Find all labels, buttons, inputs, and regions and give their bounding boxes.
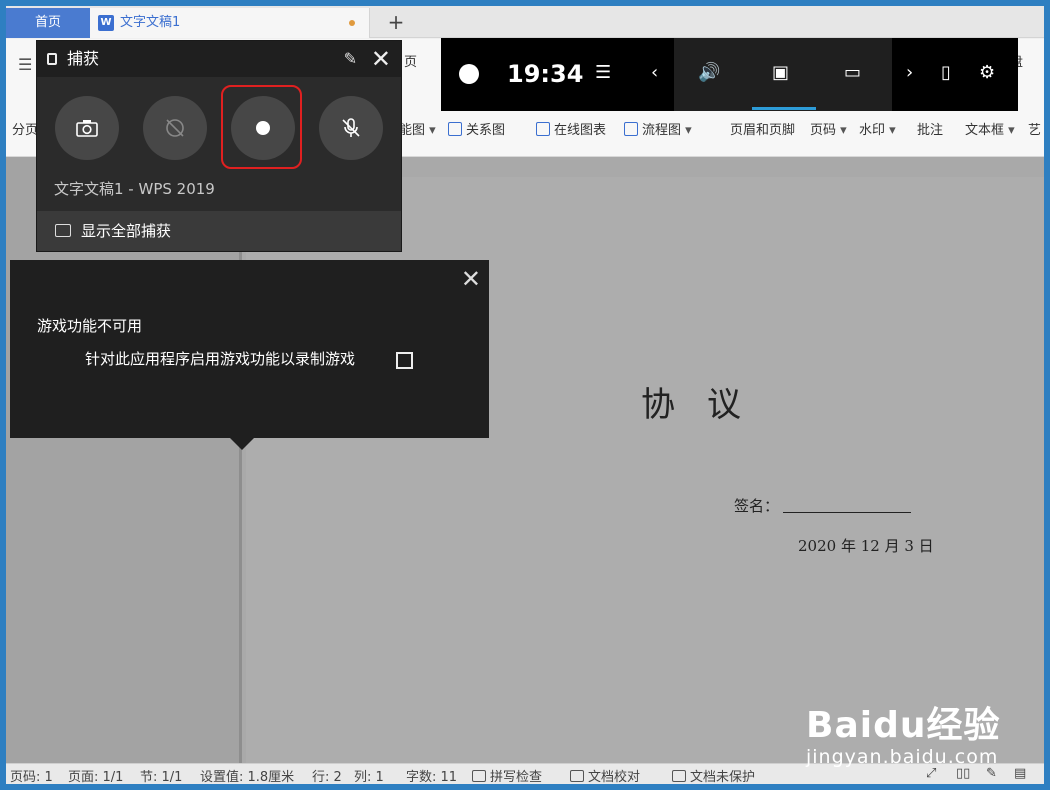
tab-document-label: 文字文稿1 (120, 15, 181, 30)
spell-check-icon (472, 770, 486, 782)
fullscreen-icon[interactable]: ⤢ (926, 766, 936, 781)
ribbon-page-number[interactable]: 页码 ▾ (810, 119, 847, 138)
flowchart-icon (624, 122, 638, 136)
ribbon-relation-chart[interactable]: 关系图 (448, 119, 505, 138)
show-all-captures-button[interactable]: 显示全部捕获 (37, 211, 401, 251)
new-tab-button[interactable]: + (382, 8, 410, 36)
menu-icon[interactable]: ☰ (595, 62, 611, 83)
enable-game-features-checkbox[interactable] (396, 352, 413, 369)
gallery-icon (55, 224, 71, 237)
page-view-icon[interactable]: ▤ (1014, 766, 1026, 781)
popup-pointer (230, 438, 254, 450)
shield-icon (672, 770, 686, 782)
status-page-code[interactable]: 页码: 1 (10, 766, 53, 784)
ribbon-smart-graphic[interactable]: 能图 ▾ (399, 119, 436, 138)
document-title: 协议 (641, 385, 773, 425)
ribbon-art[interactable]: 艺 (1028, 119, 1041, 138)
edit-mode-icon[interactable]: ✎ (986, 766, 997, 781)
game-bar-time: 19:34 (507, 60, 584, 88)
record-last-button[interactable] (143, 96, 207, 160)
popup-message: 针对此应用程序启用游戏功能以录制游戏 (85, 350, 356, 368)
capture-widget: 捕获 ✎ ✕ 文字文稿1 - WPS 2019 显示全部捕获 (37, 41, 401, 251)
online-chart-icon (536, 122, 550, 136)
document-date: 2020 年 12 月 3 日 (798, 537, 934, 555)
ribbon-page-break[interactable]: 分页 (12, 119, 38, 138)
wps-writer-icon: W (98, 15, 114, 31)
status-setting[interactable]: 设置值: 1.8厘米 (200, 766, 294, 784)
xbox-icon[interactable] (459, 64, 479, 84)
screenshot-button[interactable] (55, 96, 119, 160)
capture-title: 捕获 (67, 49, 100, 68)
signature-label: 签名： (734, 497, 780, 515)
proofread-icon (570, 770, 584, 782)
capture-icon (47, 53, 57, 65)
ribbon-header-footer[interactable]: 页眉和页脚 (730, 119, 795, 138)
performance-icon[interactable]: ▭ (844, 62, 861, 83)
volume-icon[interactable]: 🔊 (698, 62, 720, 83)
show-all-captures-label: 显示全部捕获 (81, 222, 172, 240)
capture-app-name: 文字文稿1 - WPS 2019 (54, 180, 215, 198)
status-pages[interactable]: 页面: 1/1 (68, 766, 123, 784)
capture-widget-icon[interactable]: ▣ (772, 62, 789, 83)
popup-title: 游戏功能不可用 (37, 317, 143, 335)
camera-icon (76, 120, 98, 137)
online-chart-label: 在线图表 (554, 123, 607, 138)
chevron-left-icon[interactable]: ‹ (651, 62, 658, 83)
capture-header: 捕获 ✎ ✕ (37, 41, 401, 77)
status-row[interactable]: 行: 2 (312, 766, 342, 784)
watermark-label: 水印 (859, 123, 886, 138)
ribbon-watermark[interactable]: 水印 ▾ (859, 119, 896, 138)
page-break-label: 分页 (12, 123, 39, 138)
mic-off-icon (342, 118, 360, 137)
protect-button[interactable]: 文档未保护 (672, 766, 755, 784)
pin-icon[interactable]: ✎ (344, 49, 357, 68)
status-col[interactable]: 列: 1 (354, 766, 384, 784)
tab-document[interactable]: W 文字文稿1 (90, 8, 370, 38)
status-words[interactable]: 字数: 11 (406, 766, 457, 784)
tab-home[interactable]: 首页 (6, 8, 90, 38)
ribbon-textbox[interactable]: 文本框 ▾ (965, 119, 1015, 138)
protect-label: 文档未保护 (690, 770, 756, 784)
baidu-logo: Baidu经验 (806, 705, 1001, 746)
main-menu-icon[interactable]: ☰ (18, 55, 32, 74)
game-features-popup: ✕ 游戏功能不可用 针对此应用程序启用游戏功能以录制游戏 (10, 260, 489, 438)
ribbon-flowchart[interactable]: 流程图 ▾ (624, 119, 692, 138)
tab-bar: 首页 W 文字文稿1 + (6, 6, 1044, 38)
relation-chart-label: 关系图 (466, 123, 506, 138)
spell-check-button[interactable]: 拼写检查 (472, 766, 542, 784)
close-icon[interactable]: ✕ (371, 45, 391, 73)
baidu-watermark: Baidu经验 jingyan.baidu.com (806, 696, 1000, 768)
active-widget-indicator (752, 107, 816, 110)
baidu-url: jingyan.baidu.com (806, 746, 999, 768)
signature-line (783, 499, 912, 513)
record-last-icon (166, 119, 184, 137)
flowchart-label: 流程图 (642, 123, 682, 138)
smart-graphic-label: 能图 (399, 123, 426, 138)
spell-check-label: 拼写检查 (490, 770, 543, 784)
mic-toggle-button[interactable] (319, 96, 383, 160)
ribbon-partial-label: 页 (404, 55, 418, 70)
read-mode-icon[interactable]: ▯▯ (956, 766, 970, 781)
popup-close-icon[interactable]: ✕ (461, 266, 481, 292)
signature-row: 签名： (734, 495, 912, 516)
textbox-label: 文本框 (965, 123, 1005, 138)
relation-chart-icon (448, 122, 462, 136)
chevron-right-icon[interactable]: › (906, 62, 913, 83)
unsaved-dot-icon (349, 20, 355, 26)
page-number-label: 页码 (810, 123, 837, 138)
settings-icon[interactable]: ⚙ (979, 62, 995, 83)
game-bar-widgets: 🔊 ▣ ▭ (674, 38, 892, 111)
proofread-button[interactable]: 文档校对 (570, 766, 640, 784)
record-highlight (221, 85, 302, 169)
ribbon-online-chart[interactable]: 在线图表 (536, 119, 606, 138)
mouse-icon[interactable]: ▯ (941, 62, 951, 83)
game-bar: 19:34 ☰ ‹ 🔊 ▣ ▭ › ▯ ⚙ (441, 38, 1018, 111)
ribbon-comment[interactable]: 批注 (917, 119, 943, 138)
proofread-label: 文档校对 (588, 770, 641, 784)
status-section[interactable]: 节: 1/1 (140, 766, 182, 784)
